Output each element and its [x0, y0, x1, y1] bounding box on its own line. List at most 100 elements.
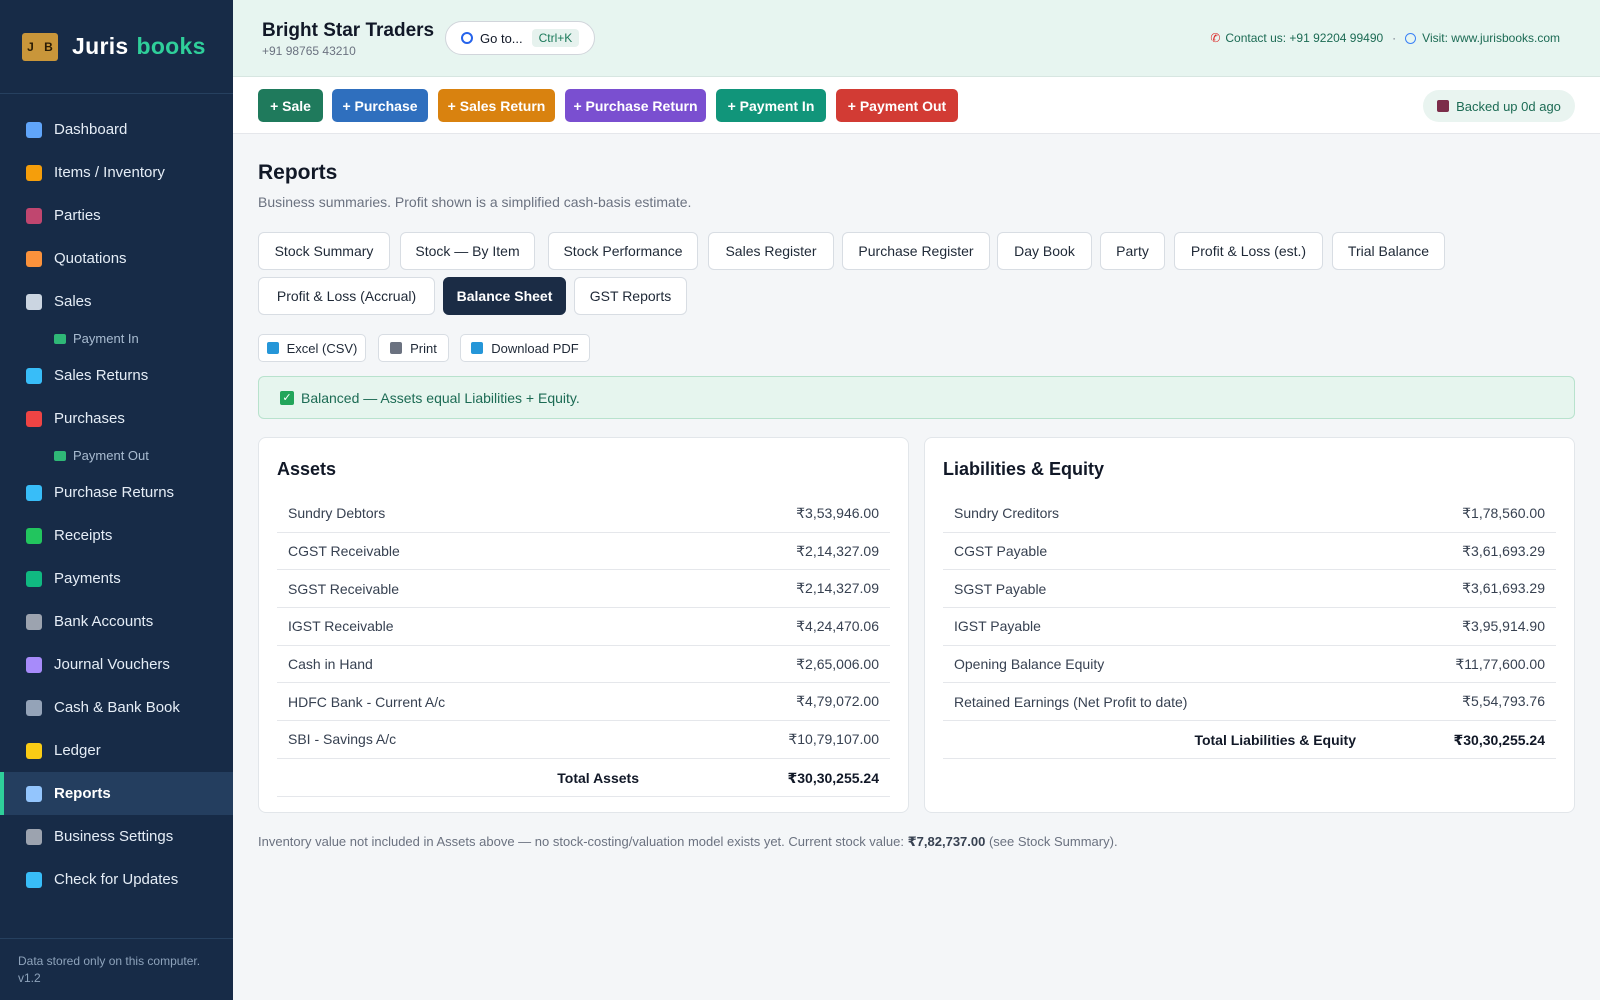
table-row: CGST Payable ₹3,61,693.29 [943, 533, 1556, 571]
sidebar-item-label: Ledger [54, 742, 101, 759]
account-name: Sundry Creditors [954, 505, 1060, 522]
contact-info: ✆ Contact us: +91 92204 99490 · Visit: w… [1210, 31, 1560, 45]
new-sales-return-button[interactable]: + Sales Return [438, 89, 555, 122]
tab-profit-loss-accrual[interactable]: Profit & Loss (Accrual) [258, 277, 435, 315]
account-amount: ₹1,78,560.00 [1462, 504, 1545, 521]
top-header: Bright Star Traders +91 98765 43210 Go t… [233, 0, 1600, 77]
table-row: Retained Earnings (Net Profit to date) ₹5… [943, 683, 1556, 722]
new-purchase-button[interactable]: + Purchase [332, 89, 428, 122]
liabilities-rows: Sundry Creditors ₹1,78,560.00 CGST Payable… [943, 495, 1556, 759]
sidebar-item-quotations[interactable]: Quotations [0, 237, 233, 280]
tab-gst-reports[interactable]: GST Reports [574, 277, 687, 315]
balanced-message: Balanced — Assets equal Liabilities + Eq… [301, 389, 580, 406]
backup-status-badge[interactable]: Backed up 0d ago [1423, 90, 1575, 122]
books-logo-icon: J B [22, 32, 58, 61]
tab-purchase-register[interactable]: Purchase Register [842, 232, 990, 270]
new-payment-out-button[interactable]: + Payment Out [836, 89, 958, 122]
sidebar-item-business-settings[interactable]: Business Settings [0, 815, 233, 858]
sales-returns-icon [26, 367, 42, 384]
account-amount: ₹3,61,693.29 [1462, 542, 1545, 559]
tab-stock-performance[interactable]: Stock Performance [548, 232, 698, 270]
current-stock-value: ₹7,82,737.00 [907, 834, 986, 849]
total-liabilities-amount: ₹30,30,255.24 [1453, 732, 1546, 749]
tab-day-book[interactable]: Day Book [997, 232, 1092, 270]
visit-website-link[interactable]: Visit: www.jurisbooks.com [1422, 31, 1560, 45]
sidebar-item-sales-returns[interactable]: Sales Returns [0, 354, 233, 397]
floppy-disk-icon [1437, 100, 1450, 112]
account-amount: ₹4,24,470.06 [796, 617, 879, 634]
sidebar-item-receipts[interactable]: Receipts [0, 514, 233, 557]
sidebar-item-ledger[interactable]: Ledger [0, 729, 233, 772]
sidebar-item-label: Business Settings [54, 828, 174, 845]
brand[interactable]: J B Juris books [0, 0, 233, 94]
brand-word-books: books [136, 33, 206, 59]
table-row: SGST Receivable ₹2,14,327.09 [277, 570, 890, 609]
sidebar-item-label: Payments [54, 570, 121, 587]
sidebar-item-cash-bank-book[interactable]: Cash & Bank Book [0, 686, 233, 729]
tab-sales-register[interactable]: Sales Register [708, 232, 834, 270]
tab-balance-sheet[interactable]: Balance Sheet [443, 277, 566, 315]
new-sale-button[interactable]: + Sale [258, 89, 323, 122]
tab-profit-loss-est[interactable]: Profit & Loss (est.) [1174, 232, 1323, 270]
sidebar-item-label: Reports [54, 785, 111, 802]
backup-status-text: Backed up 0d ago [1456, 98, 1561, 114]
goto-search-button[interactable]: Go to... Ctrl+K [445, 21, 595, 55]
sidebar-item-check-for-updates[interactable]: Check for Updates [0, 858, 233, 901]
table-row: SBI - Savings A/c ₹10,79,107.00 [277, 721, 890, 759]
account-amount: ₹2,14,327.09 [796, 542, 879, 559]
sidebar-item-payment-out[interactable]: Payment Out [0, 440, 233, 471]
journal-vouchers-icon [26, 656, 42, 673]
bank-accounts-icon [26, 613, 42, 630]
account-name: CGST Payable [954, 543, 1048, 560]
sidebar-item-journal-vouchers[interactable]: Journal Vouchers [0, 643, 233, 686]
dashboard-icon [26, 121, 42, 138]
new-payment-in-button[interactable]: + Payment In [716, 89, 826, 122]
payment-in-icon [54, 333, 66, 344]
download-pdf-label: Download PDF [491, 340, 579, 356]
logo-letter-j: J [27, 39, 34, 54]
contact-phone-link[interactable]: Contact us: +91 92204 99490 [1225, 31, 1383, 45]
search-icon [461, 32, 473, 44]
account-name: SGST Receivable [288, 580, 400, 597]
sidebar-footer: Data stored only on this computer. v1.2 [0, 938, 233, 1000]
sidebar-item-label: Cash & Bank Book [54, 699, 180, 716]
parties-icon [26, 207, 42, 224]
account-amount: ₹10,79,107.00 [788, 730, 879, 747]
account-name: Sundry Debtors [288, 505, 386, 522]
sidebar-item-dashboard[interactable]: Dashboard [0, 108, 233, 151]
sidebar-item-bank-accounts[interactable]: Bank Accounts [0, 600, 233, 643]
ledger-icon [26, 742, 42, 759]
sidebar-item-purchase-returns[interactable]: Purchase Returns [0, 471, 233, 514]
sidebar-item-purchases[interactable]: Purchases [0, 397, 233, 440]
download-icon [266, 342, 279, 354]
sidebar-item-parties[interactable]: Parties [0, 194, 233, 237]
business-name: Bright Star Traders [262, 20, 435, 41]
sales-icon [26, 293, 42, 310]
tab-stock-by-item[interactable]: Stock — By Item [400, 232, 535, 270]
tab-party[interactable]: Party [1100, 232, 1165, 270]
account-amount: ₹2,65,006.00 [796, 655, 879, 672]
tab-stock-summary[interactable]: Stock Summary [258, 232, 390, 270]
account-amount: ₹3,61,693.29 [1462, 580, 1545, 597]
liabilities-equity-title: Liabilities & Equity [943, 459, 1105, 479]
account-name: IGST Payable [954, 618, 1041, 635]
sidebar-item-items-inventory[interactable]: Items / Inventory [0, 151, 233, 194]
new-purchase-return-button[interactable]: + Purchase Return [565, 89, 706, 122]
checkmark-icon: ✓ [280, 390, 294, 405]
tab-trial-balance[interactable]: Trial Balance [1332, 232, 1445, 270]
items-inventory-icon [26, 164, 42, 181]
sidebar-item-reports[interactable]: Reports [0, 772, 233, 815]
table-row: CGST Receivable ₹2,14,327.09 [277, 533, 890, 571]
table-row: Sundry Creditors ₹1,78,560.00 [943, 495, 1556, 533]
sidebar-item-payment-in[interactable]: Payment In [0, 323, 233, 354]
assets-total-row: Total Assets ₹30,30,255.24 [277, 759, 890, 797]
export-excel-button[interactable]: Excel (CSV) [258, 334, 366, 362]
download-pdf-button[interactable]: Download PDF [460, 334, 590, 362]
sidebar-item-sales[interactable]: Sales [0, 280, 233, 323]
account-amount: ₹5,54,793.76 [1462, 693, 1545, 710]
liabilities-equity-card: Liabilities & Equity Sundry Creditors ₹1,… [924, 437, 1575, 813]
print-button[interactable]: Print [378, 334, 449, 362]
assets-card: Assets Sundry Debtors ₹3,53,946.00 CGST Re… [258, 437, 909, 813]
sidebar-item-label: Quotations [54, 250, 127, 267]
sidebar-item-payments[interactable]: Payments [0, 557, 233, 600]
